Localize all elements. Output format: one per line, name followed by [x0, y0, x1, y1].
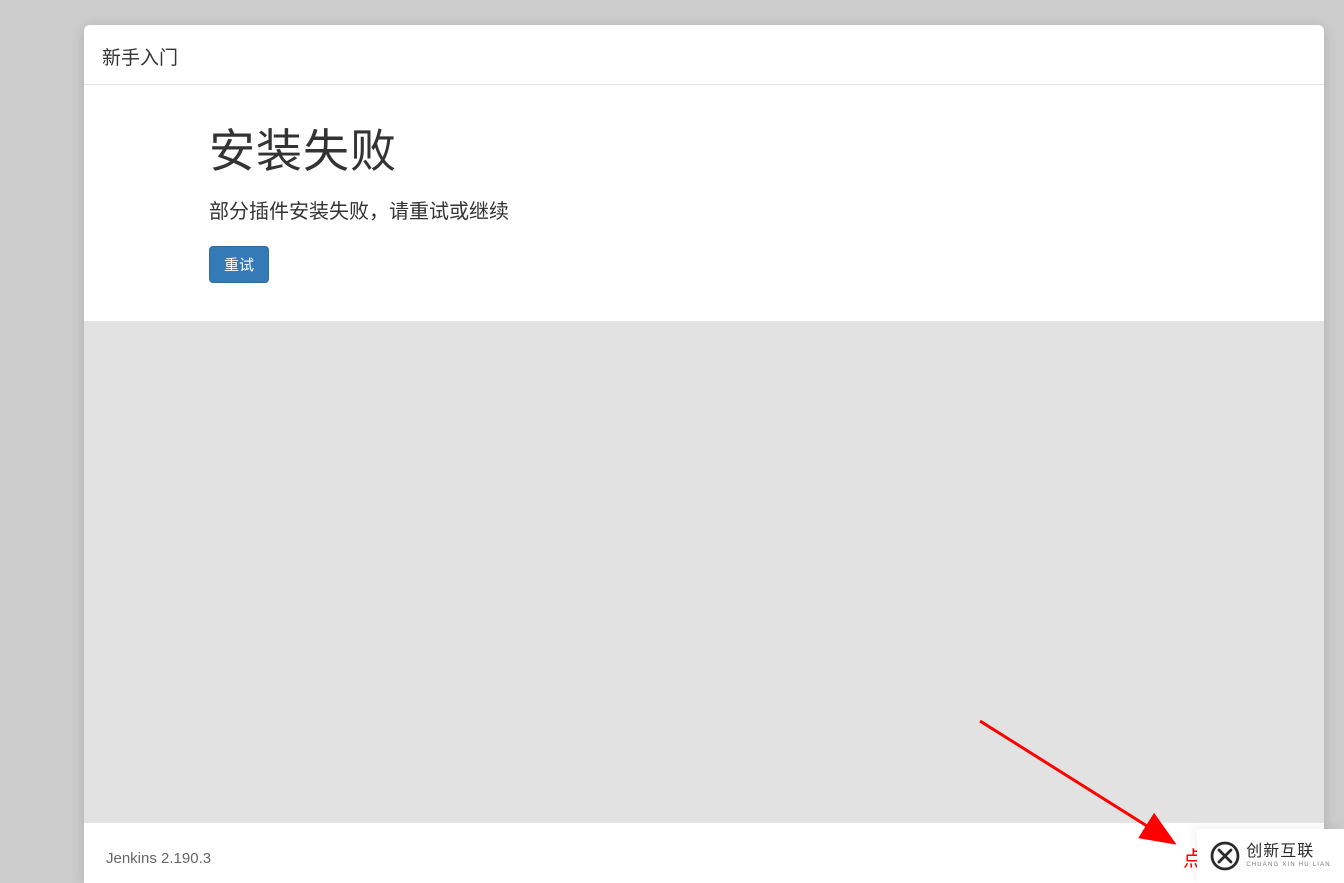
watermark-cn: 创新互联 — [1246, 844, 1331, 860]
setup-dialog: 新手入门 安装失败 部分插件安装失败，请重试或继续 重试 Jenkins 2.1… — [84, 25, 1324, 883]
dialog-footer: Jenkins 2.190.3 点击继续 继 — [84, 822, 1324, 883]
watermark-logo-icon — [1210, 841, 1240, 871]
watermark: 创新互联 CHUANG XIN HU LIAN — [1197, 829, 1344, 883]
watermark-en: CHUANG XIN HU LIAN — [1246, 862, 1331, 868]
jenkins-version: Jenkins 2.190.3 — [106, 850, 211, 867]
dialog-header: 新手入门 — [84, 25, 1324, 85]
dialog-body: 安装失败 部分插件安装失败，请重试或继续 重试 — [84, 85, 1324, 322]
watermark-text: 创新互联 CHUANG XIN HU LIAN — [1246, 844, 1331, 868]
retry-button[interactable]: 重试 — [209, 246, 269, 283]
install-failed-message: 部分插件安装失败，请重试或继续 — [209, 195, 1199, 224]
install-failed-heading: 安装失败 — [209, 115, 1199, 181]
dialog-title: 新手入门 — [102, 43, 1306, 70]
dialog-content-area — [84, 322, 1324, 822]
